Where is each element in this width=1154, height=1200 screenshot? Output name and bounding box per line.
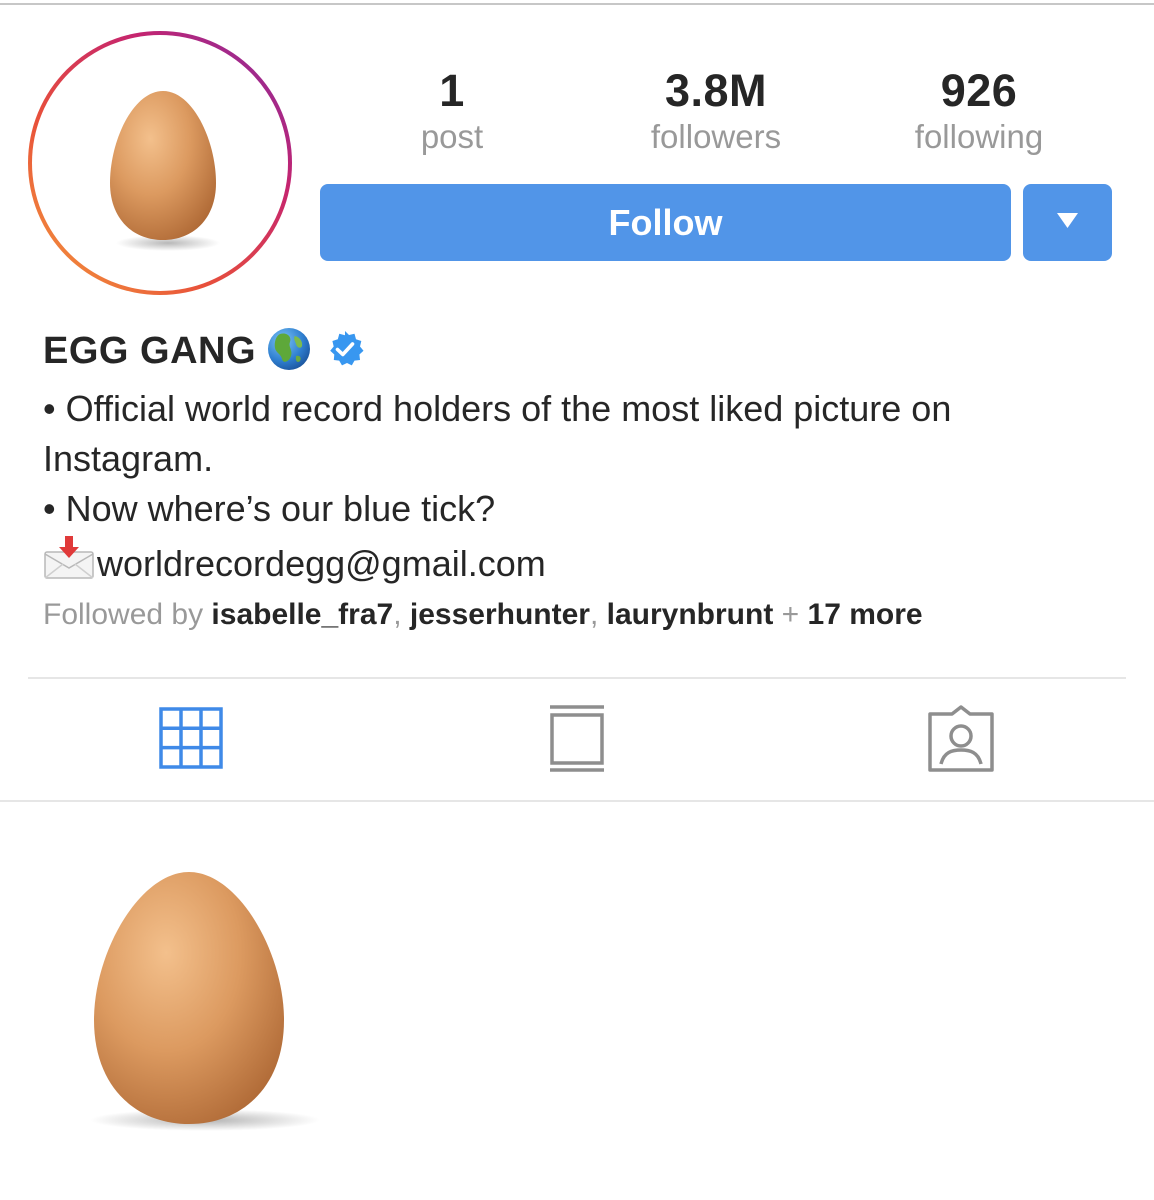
bio-line: • Now where’s our blue tick?: [43, 488, 496, 529]
incoming-envelope-icon: [43, 534, 95, 593]
tagged-icon: [928, 705, 994, 772]
avatar-inner-ring: [32, 35, 288, 291]
followers-count-value: 3.8M: [664, 65, 768, 116]
tabs-divider-top: [28, 677, 1126, 679]
posts-count-value: 1: [439, 65, 465, 116]
followed-by-user-link[interactable]: jesserhunter: [410, 598, 590, 631]
globe-icon: [266, 326, 312, 377]
followed-by-more-link[interactable]: 17 more: [808, 598, 923, 631]
tab-tagged[interactable]: [926, 704, 996, 779]
feed-icon: [550, 705, 604, 772]
bio-line: Instagram.: [43, 438, 214, 479]
profile-name-row: EGG GANG: [43, 326, 364, 376]
followers-count-label: followers: [650, 118, 782, 155]
follow-button[interactable]: Follow: [320, 184, 1011, 261]
followed-by-plus: +: [781, 598, 800, 631]
egg-photo: [90, 872, 320, 1131]
bio-email-link[interactable]: worldrecordegg@gmail.com: [97, 539, 546, 589]
post-thumbnail[interactable]: [0, 802, 384, 1186]
followed-by-user-link[interactable]: laurynbrunt: [607, 598, 774, 631]
following-count[interactable]: 926 following: [864, 64, 1094, 156]
followers-count[interactable]: 3.8M followers: [601, 64, 831, 156]
tab-grid[interactable]: [158, 704, 224, 775]
profile-page: 1 post 3.8M followers 926 following Foll…: [0, 0, 1154, 1200]
posts-count-label: post: [420, 118, 484, 155]
avatar-egg-photo: [41, 44, 279, 282]
verified-badge-icon: [326, 330, 364, 373]
grid-icon: [159, 707, 223, 769]
profile-avatar[interactable]: [28, 31, 292, 295]
suggested-accounts-dropdown-button[interactable]: [1023, 184, 1112, 261]
followed-by-user-link[interactable]: isabelle_fra7: [211, 598, 393, 631]
bio-email-row: worldrecordegg@gmail.com: [43, 534, 1123, 593]
followed-by-prefix: Followed by: [43, 598, 204, 631]
followed-by-row[interactable]: Followed by isabelle_fra7, jesserhunter,…: [43, 594, 923, 636]
profile-name: EGG GANG: [43, 329, 257, 372]
following-count-label: following: [914, 118, 1044, 155]
bio-line: • Official world record holders of the m…: [43, 388, 952, 429]
posts-count: 1 post: [337, 64, 567, 156]
tab-feed[interactable]: [548, 704, 606, 779]
following-count-value: 926: [940, 65, 1018, 116]
profile-bio: • Official world record holders of the m…: [43, 384, 1123, 593]
caret-down-icon: [1057, 213, 1078, 228]
top-divider: [0, 3, 1154, 5]
